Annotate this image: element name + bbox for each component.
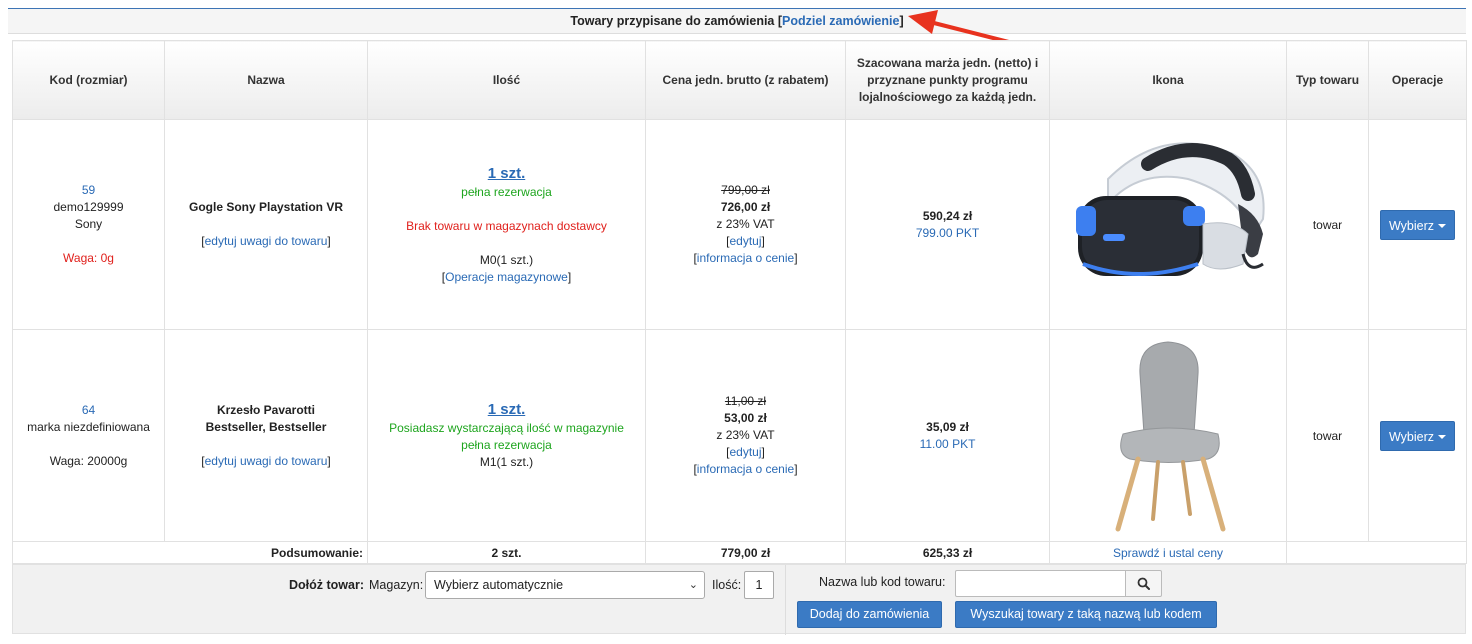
warehouse-operations-link[interactable]: Operacje magazynowe bbox=[445, 270, 568, 284]
price-info-link[interactable]: informacja o cenie bbox=[697, 462, 794, 476]
price: 53,00 zł bbox=[724, 411, 767, 425]
summary-price: 779,00 zł bbox=[645, 541, 846, 564]
vat-info: z 23% VAT bbox=[716, 217, 775, 231]
edit-notes-link[interactable]: edytuj uwagi do towaru bbox=[205, 234, 328, 248]
price-info-link[interactable]: informacja o cenie bbox=[697, 251, 794, 265]
product-brand: Sony bbox=[74, 217, 103, 231]
cell-name: Gogle Sony Playstation VR [edytuj uwagi … bbox=[164, 119, 368, 330]
warehouse-stock: M1(1 szt.) bbox=[479, 455, 534, 469]
check-prices-link[interactable]: Sprawdź i ustal ceny bbox=[1113, 546, 1223, 560]
product-name: Gogle Sony Playstation VR bbox=[188, 200, 344, 214]
cell-code: 59 demo129999 Sony Waga: 0g bbox=[12, 119, 165, 330]
cell-qty: 1 szt. Posiadasz wystarczającą ilość w m… bbox=[367, 329, 646, 542]
cell-type: towar bbox=[1286, 119, 1369, 330]
caret-down-icon bbox=[1438, 224, 1447, 229]
cell-icon bbox=[1049, 329, 1287, 542]
col-header-price: Cena jedn. brutto (z rabatem) bbox=[645, 40, 846, 120]
col-header-qty: Ilość bbox=[367, 40, 646, 120]
vat-info: z 23% VAT bbox=[716, 428, 775, 442]
qty-input[interactable]: 1 bbox=[744, 571, 774, 599]
section-title: Towary przypisane do zamówienia bbox=[570, 14, 775, 28]
cell-price: 11,00 zł 53,00 zł z 23% VAT [edytuj] [in… bbox=[645, 329, 846, 542]
margin-value: 590,24 zł bbox=[922, 208, 973, 223]
loyalty-points: 11.00 PKT bbox=[919, 436, 976, 451]
add-item-label: Dołóż towar: bbox=[289, 578, 364, 592]
edit-price-link[interactable]: edytuj bbox=[729, 234, 761, 248]
vr-headset-image[interactable] bbox=[1068, 124, 1268, 325]
warehouse-stock: M0(1 szt.) bbox=[479, 252, 534, 267]
product-weight: Waga: 0g bbox=[63, 251, 114, 265]
order-items-table: Kod (rozmiar) Nazwa Ilość Cena jedn. bru… bbox=[12, 40, 1467, 564]
product-search-input[interactable] bbox=[955, 570, 1127, 597]
table-row: 64 marka niezdefiniowana Waga: 20000g Kr… bbox=[12, 329, 1467, 542]
cell-operations: Wybierz bbox=[1368, 119, 1467, 330]
edit-notes-link[interactable]: edytuj uwagi do towaru bbox=[205, 454, 328, 468]
chevron-down-icon: ⌄ bbox=[688, 579, 698, 591]
section-header: Towary przypisane do zamówienia [Podziel… bbox=[8, 9, 1466, 34]
summary-row: Podsumowanie: 2 szt. 779,00 zł 625,33 zł… bbox=[12, 541, 1467, 564]
cell-name: Krzesło Pavarotti Bestseller, Bestseller… bbox=[164, 329, 368, 542]
summary-label: Podsumowanie: bbox=[12, 541, 368, 564]
product-id-link[interactable]: 64 bbox=[17, 402, 160, 419]
cell-margin: 590,24 zł 799.00 PKT bbox=[845, 119, 1050, 330]
search-label: Nazwa lub kod towaru: bbox=[819, 575, 946, 589]
cell-icon bbox=[1049, 119, 1287, 330]
col-header-type: Typ towaru bbox=[1286, 40, 1369, 120]
search-icon bbox=[1137, 577, 1150, 591]
col-header-operations: Operacje bbox=[1368, 40, 1467, 120]
stock-status: Posiadasz wystarczającą ilość w magazyni… bbox=[389, 421, 624, 435]
product-name: Krzesło Pavarotti bbox=[216, 402, 316, 417]
stock-warning: Brak towaru w magazynach dostawcy bbox=[406, 218, 607, 233]
margin-value: 35,09 zł bbox=[926, 419, 969, 434]
qty-link[interactable]: 1 szt. bbox=[372, 164, 641, 184]
table-header-row: Kod (rozmiar) Nazwa Ilość Cena jedn. bru… bbox=[12, 40, 1467, 120]
summary-qty: 2 szt. bbox=[367, 541, 646, 564]
warehouse-select[interactable]: Wybierz automatycznie ⌄ bbox=[425, 571, 705, 599]
col-header-name: Nazwa bbox=[164, 40, 368, 120]
old-price: 799,00 zł bbox=[721, 183, 770, 197]
add-item-panel: Dołóż towar: Magazyn: Wybierz automatycz… bbox=[12, 564, 1466, 635]
col-header-code: Kod (rozmiar) bbox=[12, 40, 165, 120]
table-row: 59 demo129999 Sony Waga: 0g Gogle Sony P… bbox=[12, 119, 1467, 330]
qty-link[interactable]: 1 szt. bbox=[372, 400, 641, 420]
product-tags: Bestseller, Bestseller bbox=[205, 419, 327, 434]
cell-code: 64 marka niezdefiniowana Waga: 20000g bbox=[12, 329, 165, 542]
summary-margin: 625,33 zł bbox=[845, 541, 1050, 564]
product-brand: marka niezdefiniowana bbox=[27, 419, 150, 434]
product-id-link[interactable]: 59 bbox=[17, 182, 160, 199]
col-header-margin: Szacowana marża jedn. (netto) i przyznan… bbox=[845, 40, 1050, 120]
search-button[interactable] bbox=[1125, 570, 1162, 597]
chair-image[interactable] bbox=[1068, 334, 1268, 537]
warehouse-label: Magazyn: bbox=[369, 578, 424, 592]
cell-price: 799,00 zł 726,00 zł z 23% VAT [edytuj] [… bbox=[645, 119, 846, 330]
cell-operations: Wybierz bbox=[1368, 329, 1467, 542]
add-to-order-button[interactable]: Dodaj do zamówienia bbox=[797, 601, 942, 628]
cell-qty: 1 szt. pełna rezerwacja Brak towaru w ma… bbox=[367, 119, 646, 330]
reservation-status: pełna rezerwacja bbox=[461, 438, 552, 452]
edit-price-link[interactable]: edytuj bbox=[729, 445, 761, 459]
cell-margin: 35,09 zł 11.00 PKT bbox=[845, 329, 1050, 542]
caret-down-icon bbox=[1438, 435, 1447, 440]
product-code: demo129999 bbox=[53, 200, 124, 214]
search-products-button[interactable]: Wyszukaj towary z taką nazwą lub kodem bbox=[955, 601, 1217, 628]
qty-label: Ilość: bbox=[712, 578, 742, 592]
loyalty-points: 799.00 PKT bbox=[915, 225, 980, 240]
cell-type: towar bbox=[1286, 329, 1369, 542]
product-weight: Waga: 20000g bbox=[49, 453, 128, 468]
choose-operation-button[interactable]: Wybierz bbox=[1379, 209, 1456, 240]
split-order-link[interactable]: Podziel zamówienie bbox=[782, 14, 899, 28]
col-header-icon: Ikona bbox=[1049, 40, 1287, 120]
choose-operation-button[interactable]: Wybierz bbox=[1379, 420, 1456, 451]
reservation-status: pełna rezerwacja bbox=[461, 184, 552, 199]
old-price: 11,00 zł bbox=[724, 394, 767, 408]
price: 726,00 zł bbox=[720, 200, 771, 214]
